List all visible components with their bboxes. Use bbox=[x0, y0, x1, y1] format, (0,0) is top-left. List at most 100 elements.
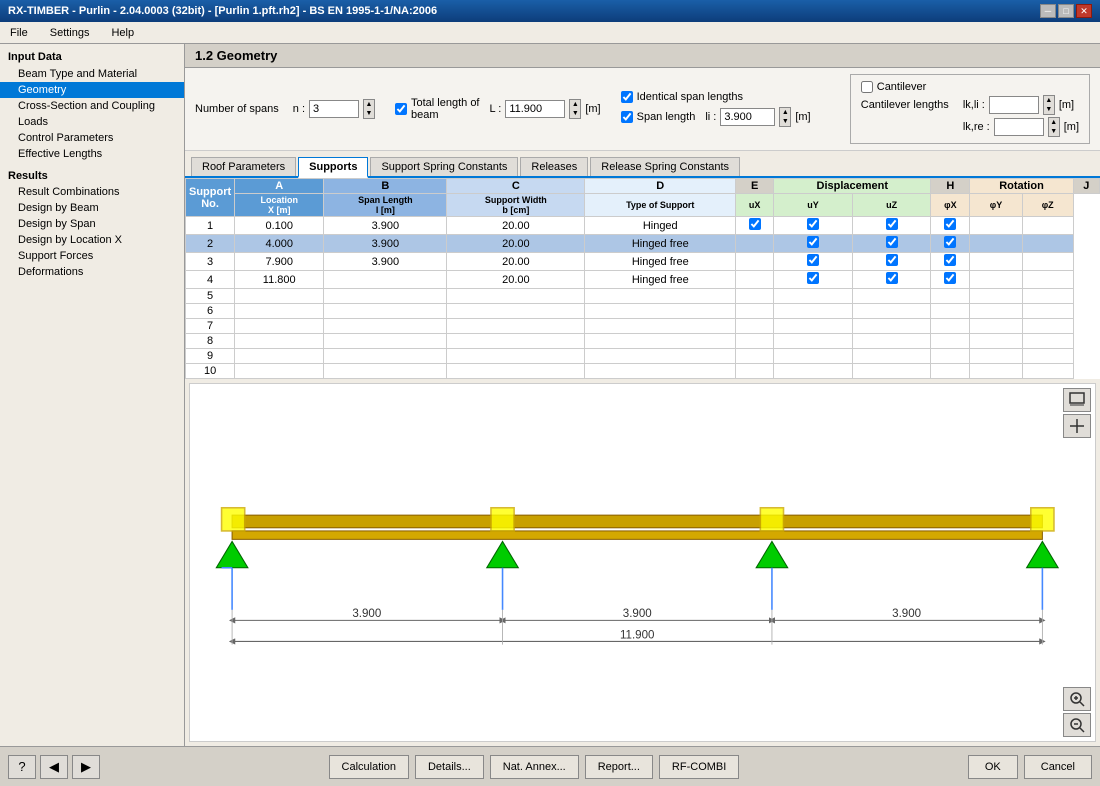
sidebar: Input Data Beam Type and Material Geomet… bbox=[0, 44, 185, 746]
supports-table: SupportNo. A B C D E Displacement H Rota… bbox=[185, 178, 1100, 379]
table-row[interactable]: 37.9003.90020.00Hinged free bbox=[186, 253, 1100, 271]
col-B-header: B bbox=[324, 179, 447, 194]
total-length-checkbox[interactable] bbox=[395, 103, 407, 115]
n-spinner[interactable]: ▲ ▼ bbox=[363, 99, 375, 119]
span-length-label: Span length bbox=[637, 111, 696, 123]
minimize-button[interactable]: ─ bbox=[1040, 4, 1056, 18]
zoom-out-button[interactable] bbox=[1063, 713, 1091, 737]
nat-annex-button[interactable]: Nat. Annex... bbox=[490, 755, 579, 779]
col-ux-header: uX bbox=[736, 194, 774, 217]
table-row[interactable]: 5 bbox=[186, 289, 1100, 304]
L-value: 11.900 bbox=[509, 103, 542, 115]
ok-button[interactable]: OK bbox=[968, 755, 1018, 779]
lk-li-value[interactable] bbox=[989, 96, 1039, 114]
calculation-button[interactable]: Calculation bbox=[329, 755, 409, 779]
col-C-header: C bbox=[447, 179, 585, 194]
zoom-in-button[interactable] bbox=[1063, 687, 1091, 711]
report-button[interactable]: Report... bbox=[585, 755, 653, 779]
svg-text:11.900: 11.900 bbox=[620, 629, 655, 641]
span-group: Identical span lengths Span length li : … bbox=[621, 91, 811, 127]
sidebar-item-geometry[interactable]: Geometry bbox=[0, 82, 184, 98]
help-button[interactable]: ? bbox=[8, 755, 36, 779]
sidebar-item-design-by-span[interactable]: Design by Span bbox=[0, 216, 184, 232]
tab-releases[interactable]: Releases bbox=[520, 157, 588, 176]
table-row[interactable]: 24.0003.90020.00Hinged free bbox=[186, 235, 1100, 253]
cancel-button[interactable]: Cancel bbox=[1024, 755, 1092, 779]
menu-settings[interactable]: Settings bbox=[44, 25, 96, 41]
identical-span-checkbox[interactable] bbox=[621, 91, 633, 103]
menu-file[interactable]: File bbox=[4, 25, 34, 41]
L-spinner[interactable]: ▲ ▼ bbox=[569, 99, 581, 119]
lk-li-spinner[interactable]: ▲ ▼ bbox=[1043, 95, 1055, 115]
table-row[interactable]: 7 bbox=[186, 319, 1100, 334]
col-support-no-header: SupportNo. bbox=[186, 179, 235, 217]
num-spans-label: Number of spans bbox=[195, 103, 279, 115]
lk-re-spinner[interactable]: ▲ ▼ bbox=[1048, 117, 1060, 137]
close-button[interactable]: ✕ bbox=[1076, 4, 1092, 18]
sidebar-item-design-by-location[interactable]: Design by Location X bbox=[0, 232, 184, 248]
col-span-length-header: Span Lengthl [m] bbox=[324, 194, 447, 217]
svg-text:3.900: 3.900 bbox=[623, 608, 652, 620]
col-support-width-header: Support Widthb [cm] bbox=[447, 194, 585, 217]
svg-text:3.900: 3.900 bbox=[352, 608, 381, 620]
tab-support-spring-constants[interactable]: Support Spring Constants bbox=[370, 157, 518, 176]
li-spinner[interactable]: ▲ ▼ bbox=[779, 107, 791, 127]
sidebar-item-result-combinations[interactable]: Result Combinations bbox=[0, 184, 184, 200]
table-row[interactable]: 9 bbox=[186, 349, 1100, 364]
n-up-arrow[interactable]: ▲ bbox=[364, 100, 374, 109]
table-row[interactable]: 411.80020.00Hinged free bbox=[186, 271, 1100, 289]
span-length-checkbox[interactable] bbox=[621, 111, 633, 123]
tabs-row: Roof Parameters Supports Support Spring … bbox=[185, 151, 1100, 178]
diagram-btn-1[interactable] bbox=[1063, 388, 1091, 412]
li-down-arrow[interactable]: ▼ bbox=[780, 117, 790, 126]
L-up-arrow[interactable]: ▲ bbox=[570, 100, 580, 109]
bottom-center-buttons: Calculation Details... Nat. Annex... Rep… bbox=[329, 755, 740, 779]
tab-release-spring-constants[interactable]: Release Spring Constants bbox=[590, 157, 740, 176]
n-label: n : bbox=[293, 103, 305, 115]
lk-re-value[interactable] bbox=[994, 118, 1044, 136]
sidebar-item-deformations[interactable]: Deformations bbox=[0, 264, 184, 280]
menu-help[interactable]: Help bbox=[105, 25, 140, 41]
table-row[interactable]: 6 bbox=[186, 304, 1100, 319]
col-A-header: A bbox=[235, 179, 324, 194]
sidebar-item-support-forces[interactable]: Support Forces bbox=[0, 248, 184, 264]
li-value-box[interactable]: 3.900 bbox=[720, 108, 775, 126]
span-length-group: Span length li : 3.900 ▲ ▼ [m] bbox=[621, 107, 811, 127]
diagram-btn-2[interactable] bbox=[1063, 414, 1091, 438]
col-phiZ-header: φZ bbox=[1022, 194, 1073, 217]
L-value-box[interactable]: 11.900 bbox=[505, 100, 565, 118]
n-value-box[interactable]: 3 bbox=[309, 100, 359, 118]
table-row[interactable]: 10 bbox=[186, 364, 1100, 379]
sidebar-item-beam-type[interactable]: Beam Type and Material bbox=[0, 66, 184, 82]
menu-bar: File Settings Help bbox=[0, 22, 1100, 44]
cantilever-checkbox[interactable] bbox=[861, 81, 873, 93]
maximize-button[interactable]: □ bbox=[1058, 4, 1074, 18]
col-type-header: Type of Support bbox=[585, 194, 736, 217]
sidebar-item-design-by-beam[interactable]: Design by Beam bbox=[0, 200, 184, 216]
n-down-arrow[interactable]: ▼ bbox=[364, 109, 374, 118]
num-spans-group: Number of spans n : 3 ▲ ▼ bbox=[195, 99, 375, 119]
details-button[interactable]: Details... bbox=[415, 755, 484, 779]
table-row[interactable]: 10.1003.90020.00Hinged bbox=[186, 217, 1100, 235]
rf-combi-button[interactable]: RF-COMBI bbox=[659, 755, 739, 779]
L-down-arrow[interactable]: ▼ bbox=[570, 109, 580, 118]
sidebar-item-loads[interactable]: Loads bbox=[0, 114, 184, 130]
li-up-arrow[interactable]: ▲ bbox=[780, 108, 790, 117]
col-J-header: J bbox=[1073, 179, 1099, 194]
bottom-right-buttons: OK Cancel bbox=[968, 755, 1092, 779]
tab-supports[interactable]: Supports bbox=[298, 157, 368, 178]
sidebar-item-cross-section[interactable]: Cross-Section and Coupling bbox=[0, 98, 184, 114]
table-row[interactable]: 8 bbox=[186, 334, 1100, 349]
next-button[interactable]: ▶ bbox=[72, 755, 100, 779]
diagram-area: x bbox=[189, 383, 1096, 742]
sidebar-item-effective-lengths[interactable]: Effective Lengths bbox=[0, 146, 184, 162]
prev-button[interactable]: ◀ bbox=[40, 755, 68, 779]
tab-roof-parameters[interactable]: Roof Parameters bbox=[191, 157, 296, 176]
col-phiX-header: φX bbox=[931, 194, 970, 217]
beam-diagram: x bbox=[190, 384, 1095, 741]
sidebar-item-control[interactable]: Control Parameters bbox=[0, 130, 184, 146]
diagram-bottom-buttons bbox=[1063, 687, 1091, 737]
col-phiY-header: φY bbox=[970, 194, 1022, 217]
identical-span-group: Identical span lengths bbox=[621, 91, 811, 103]
lk-li-label: lk,li : bbox=[963, 99, 985, 111]
